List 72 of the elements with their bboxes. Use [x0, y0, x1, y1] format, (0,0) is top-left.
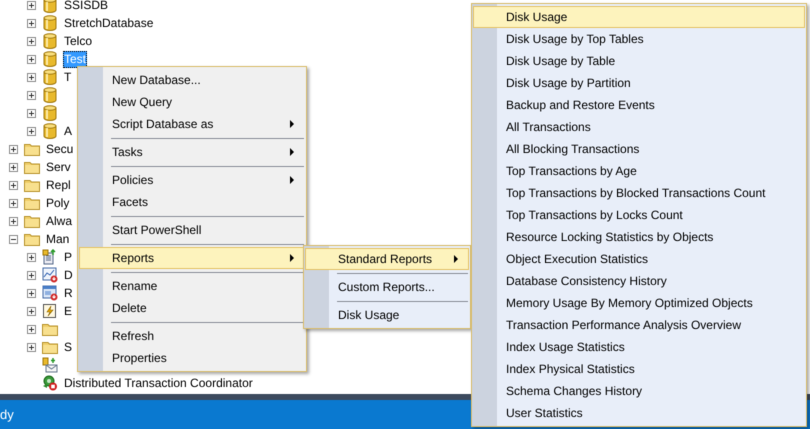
menu-item[interactable]: Resource Locking Statistics by Objects	[473, 226, 805, 248]
tree-item[interactable]: Secu	[45, 140, 74, 158]
menu-item[interactable]: Tasks	[79, 141, 305, 163]
menu-item[interactable]: Schema Changes History	[473, 380, 805, 402]
menu-item[interactable]: Standard Reports	[305, 248, 469, 270]
tree-item[interactable]: StretchDatabase	[63, 14, 154, 32]
expand-icon[interactable]	[27, 270, 36, 280]
tree-item[interactable]: T	[63, 68, 72, 86]
menu-item[interactable]: Index Usage Statistics	[473, 336, 805, 358]
expand-icon[interactable]	[27, 324, 36, 334]
tree-item[interactable]: Man	[45, 230, 70, 248]
tree-item[interactable]: E	[63, 302, 74, 320]
menu-item[interactable]: Delete	[79, 297, 305, 319]
tree-item[interactable]: D	[63, 266, 74, 284]
menu-item[interactable]: Disk Usage by Top Tables	[473, 28, 805, 50]
menu-item[interactable]: All Transactions	[473, 116, 805, 138]
expand-icon[interactable]	[27, 108, 36, 118]
expand-icon[interactable]	[27, 54, 36, 64]
menu-item[interactable]: Disk Usage	[473, 6, 805, 28]
menu-item[interactable]: Facets	[79, 191, 305, 213]
menu-item[interactable]: Index Physical Statistics	[473, 358, 805, 380]
menu-item[interactable]: Disk Usage by Partition	[473, 72, 805, 94]
menu-item[interactable]: Backup and Restore Events	[473, 94, 805, 116]
menu-item[interactable]: Memory Usage By Memory Optimized Objects	[473, 292, 805, 314]
expand-icon[interactable]	[27, 72, 36, 82]
menu-item[interactable]: Script Database as	[79, 113, 305, 135]
expand-icon[interactable]	[27, 0, 36, 10]
expand-icon[interactable]	[27, 126, 36, 136]
menu-item[interactable]: Top Transactions by Locks Count	[473, 204, 805, 226]
menu-item[interactable]: User Statistics	[473, 402, 805, 424]
tree-item[interactable]: SSISDB	[63, 0, 110, 14]
menu-item[interactable]: Transaction Performance Analysis Overview	[473, 314, 805, 336]
expand-icon[interactable]	[27, 288, 36, 298]
expand-icon[interactable]	[27, 306, 36, 316]
expand-icon[interactable]	[27, 252, 36, 262]
menu-item[interactable]: Custom Reports...	[305, 276, 469, 298]
tree-item[interactable]: Alwa	[45, 212, 74, 230]
menu-item[interactable]: Policies	[79, 169, 305, 191]
tree-item[interactable]: Distributed Transaction Coordinator	[63, 374, 254, 392]
menu-item[interactable]: Disk Usage	[305, 304, 469, 326]
menu-item[interactable]: New Database...	[79, 69, 305, 91]
expand-icon[interactable]	[27, 18, 36, 28]
expand-icon[interactable]	[27, 342, 36, 352]
expand-icon[interactable]	[9, 198, 18, 208]
expand-icon[interactable]	[9, 216, 18, 226]
expand-icon[interactable]	[9, 144, 18, 154]
tree-item[interactable]: Serv	[45, 158, 72, 176]
menu-item[interactable]: Rename	[79, 275, 305, 297]
tree-item[interactable]: P	[63, 248, 74, 266]
expand-icon[interactable]	[9, 180, 18, 190]
status-text: dy	[0, 406, 14, 424]
menu-item[interactable]: New Query	[79, 91, 305, 113]
menu-item[interactable]: Reports	[79, 247, 305, 269]
menu-item[interactable]: Start PowerShell	[79, 219, 305, 241]
menu-item[interactable]: Top Transactions by Age	[473, 160, 805, 182]
tree-item[interactable]: Poly	[45, 194, 70, 212]
menu-item[interactable]: Top Transactions by Blocked Transactions Count	[473, 182, 805, 204]
menu-item[interactable]: Properties	[79, 347, 305, 369]
menu-item[interactable]: Object Execution Statistics	[473, 248, 805, 270]
tree-item[interactable]: Repl	[45, 176, 72, 194]
collapse-icon[interactable]	[9, 234, 18, 244]
menu-item[interactable]: All Blocking Transactions	[473, 138, 805, 160]
tree-item[interactable]: Telco	[63, 32, 94, 50]
tree-item[interactable]: R	[63, 284, 74, 302]
menu-item[interactable]: Database Consistency History	[473, 270, 805, 292]
expand-icon[interactable]	[27, 90, 36, 100]
tree-item[interactable]: S	[63, 338, 74, 356]
expand-icon[interactable]	[27, 36, 36, 46]
tree-item[interactable]: A	[63, 122, 74, 140]
menu-item[interactable]: Disk Usage by Table	[473, 50, 805, 72]
menu-item[interactable]: Refresh	[79, 325, 305, 347]
expand-icon[interactable]	[9, 162, 18, 172]
